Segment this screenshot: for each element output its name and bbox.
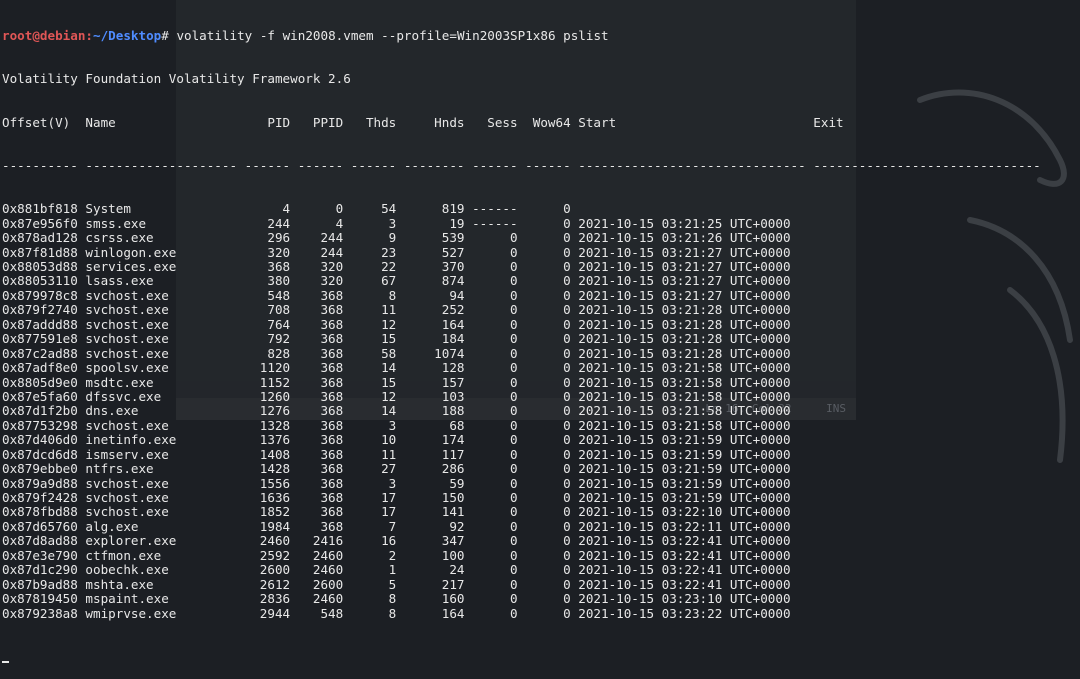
- separator-line: ---------- -------------------- ------ -…: [2, 157, 1041, 173]
- process-row: 0x87f81d88 winlogon.exe 320 244 23 527 0…: [2, 244, 791, 260]
- process-row: 0x879ebbe0 ntfrs.exe 1428 368 27 286 0 0…: [2, 461, 791, 477]
- prompt-separator: :: [85, 27, 93, 43]
- process-row: 0x879a9d88 svchost.exe 1556 368 3 59 0 0…: [2, 475, 791, 491]
- process-row: 0x88053110 lsass.exe 380 320 67 874 0 0 …: [2, 273, 791, 289]
- process-row: 0x87819450 mspaint.exe 2836 2460 8 160 0…: [2, 591, 791, 607]
- process-row: 0x879f2428 svchost.exe 1636 368 17 150 0…: [2, 490, 791, 506]
- command-text: volatility -f win2008.vmem --profile=Win…: [176, 27, 609, 43]
- process-row: 0x87e3e790 ctfmon.exe 2592 2460 2 100 0 …: [2, 547, 791, 563]
- input-line[interactable]: [2, 650, 1080, 664]
- process-row: 0x877591e8 svchost.exe 792 368 15 184 0 …: [2, 331, 791, 347]
- process-row: 0x878fbd88 svchost.exe 1852 368 17 141 0…: [2, 504, 791, 520]
- prompt-path: ~/Desktop: [93, 27, 162, 43]
- prompt-user-host: root@debian: [2, 27, 86, 43]
- terminal-cursor: [2, 661, 9, 664]
- process-row: 0x87c2ad88 svchost.exe 828 368 58 1074 0…: [2, 345, 791, 361]
- terminal-window[interactable]: root@debian:~/Desktop# volatility -f win…: [2, 0, 1080, 664]
- banner-line: Volatility Foundation Volatility Framewo…: [2, 71, 351, 87]
- process-row: 0x87b9ad88 mshta.exe 2612 2600 5 217 0 0…: [2, 576, 791, 592]
- process-row: 0x87e5fa60 dfssvc.exe 1260 368 12 103 0 …: [2, 388, 791, 404]
- prompt-symbol: #: [161, 27, 169, 43]
- prompt-line: root@debian:~/Desktop# volatility -f win…: [2, 27, 1080, 43]
- process-row: 0x87d1f2b0 dns.exe 1276 368 14 188 0 0 2…: [2, 403, 791, 419]
- process-row: 0x87753298 svchost.exe 1328 368 3 68 0 0…: [2, 417, 791, 433]
- process-list: 0x881bf818 System 4 0 54 819 ------ 0 0x8…: [2, 201, 1080, 621]
- process-row: 0x879f2740 svchost.exe 708 368 11 252 0 …: [2, 302, 791, 318]
- process-row: 0x87d1c290 oobechk.exe 2600 2460 1 24 0 …: [2, 562, 791, 578]
- process-row: 0x87adf8e0 spoolsv.exe 1120 368 14 128 0…: [2, 360, 791, 376]
- process-row: 0x87dcd6d8 ismserv.exe 1408 368 11 117 0…: [2, 446, 791, 462]
- process-row: 0x878ad128 csrss.exe 296 244 9 539 0 0 2…: [2, 230, 791, 246]
- process-row: 0x87e956f0 smss.exe 244 4 3 19 ------ 0 …: [2, 215, 791, 231]
- process-row: 0x87d406d0 inetinfo.exe 1376 368 10 174 …: [2, 432, 791, 448]
- process-row: 0x8805d9e0 msdtc.exe 1152 368 15 157 0 0…: [2, 374, 791, 390]
- process-row: 0x879978c8 svchost.exe 548 368 8 94 0 0 …: [2, 287, 791, 303]
- process-row: 0x87d65760 alg.exe 1984 368 7 92 0 0 202…: [2, 518, 791, 534]
- process-row: 0x879238a8 wmiprvse.exe 2944 548 8 164 0…: [2, 605, 791, 621]
- process-row: 0x88053d88 services.exe 368 320 22 370 0…: [2, 259, 791, 275]
- process-row: 0x87addd88 svchost.exe 764 368 12 164 0 …: [2, 316, 791, 332]
- column-header-line: Offset(V) Name PID PPID Thds Hnds Sess W…: [2, 114, 1041, 130]
- process-row: 0x87d8ad88 explorer.exe 2460 2416 16 347…: [2, 533, 791, 549]
- process-row: 0x881bf818 System 4 0 54 819 ------ 0: [2, 201, 571, 217]
